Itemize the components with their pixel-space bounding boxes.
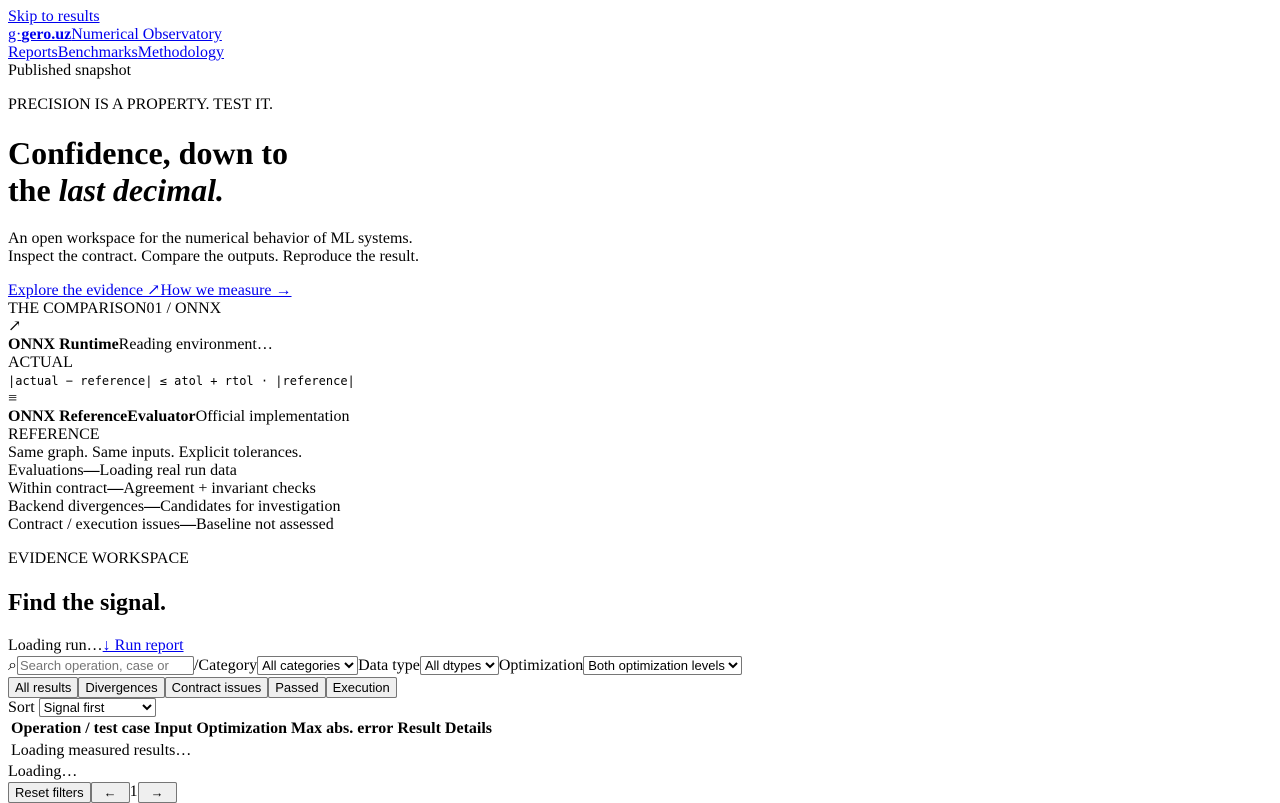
tab-passed[interactable]: Passed: [268, 676, 326, 698]
category-select[interactable]: All categories: [257, 656, 359, 675]
comparison-header: THE COMPARISON01 / ONNX: [8, 300, 1272, 318]
run-status: Loading run…: [8, 637, 103, 654]
stat-value: —: [107, 480, 124, 497]
sort-row: Sort Signal first: [8, 698, 1272, 717]
actual-row: ONNX RuntimeReading environment…: [8, 336, 1272, 354]
comparison-summary: Same graph. Same inputs. Explicit tolera…: [8, 444, 303, 461]
page: Skip to results g·gero.uzNumerical Obser…: [0, 0, 1280, 803]
hero-cta-row: Explore the evidence ↗How we measure →: [8, 282, 1272, 300]
explore-evidence-link[interactable]: Explore the evidence ↗: [8, 282, 160, 299]
status-badge: Published snapshot: [8, 62, 132, 79]
stat-label: Within contract: [8, 480, 108, 497]
category-label: Category: [198, 656, 258, 674]
brand-link[interactable]: g·gero.uz: [8, 26, 71, 43]
stat-label: Evaluations: [8, 462, 84, 479]
optimization-select[interactable]: Both optimization levels: [583, 656, 743, 675]
hero-lede: An open workspace for the numerical beha…: [8, 230, 1272, 266]
nav-reports[interactable]: Reports: [8, 44, 58, 61]
filter-bar: ⌕/CategoryAll categoriesData typeAll dty…: [8, 655, 1272, 676]
search-icon: ⌕: [8, 656, 17, 674]
tab-divergences[interactable]: Divergences: [78, 676, 165, 698]
sort-label: Sort: [8, 698, 35, 716]
equivalence-icon: ≡: [8, 390, 18, 407]
page-number: 1: [129, 783, 138, 800]
stat-label: Backend divergences: [8, 498, 145, 515]
col-input[interactable]: Input: [153, 719, 193, 739]
stat-desc: Baseline not assessed: [195, 516, 334, 533]
stat-evaluations: Evaluations—Loading real run data: [8, 462, 1272, 480]
dtype-select[interactable]: All dtypes: [419, 656, 499, 675]
loading-results-cell: Loading measured results…: [11, 742, 192, 759]
tolerance-formula: |actual − reference| ≤ atol + rtol · |re…: [8, 374, 355, 388]
stat-value: —: [179, 516, 196, 533]
tab-execution[interactable]: Execution: [325, 676, 397, 698]
loading-indicator: Loading…: [8, 763, 78, 780]
stat-desc: Agreement + invariant checks: [123, 480, 316, 497]
reference-name: ONNX ReferenceEvaluator: [8, 408, 196, 425]
stat-within-contract: Within contract—Agreement + invariant ch…: [8, 480, 1272, 498]
comparison-label: THE COMPARISON: [8, 300, 147, 317]
stat-value: —: [144, 498, 161, 515]
reset-filters-button[interactable]: Reset filters: [8, 781, 91, 803]
hero-title: Confidence, down to the last decimal.: [8, 135, 1272, 209]
col-operation[interactable]: Operation / test case: [10, 719, 151, 739]
col-optimization[interactable]: Optimization: [195, 719, 288, 739]
hero-title-line1: Confidence, down to: [8, 135, 289, 171]
hero-title-emphasis: last decimal.: [58, 172, 224, 208]
stat-value: —: [83, 462, 100, 479]
col-max-abs-error[interactable]: Max abs. error: [290, 719, 394, 739]
next-page-button[interactable]: →: [137, 781, 177, 803]
stat-backend-divergences: Backend divergences—Candidates for inves…: [8, 498, 1272, 516]
stat-desc: Loading real run data: [99, 462, 237, 479]
stat-desc: Candidates for investigation: [160, 498, 341, 515]
stat-contract-issues: Contract / execution issues—Baseline not…: [8, 516, 1272, 534]
result-tabs: All results Divergences Contract issues Pas…: [8, 676, 1272, 698]
hero-lede-line1: An open workspace for the numerical beha…: [8, 230, 413, 247]
stat-label: Contract / execution issues: [8, 516, 180, 533]
brand-row: g·gero.uzNumerical Observatory: [8, 26, 1272, 44]
actual-status: Reading environment…: [118, 336, 273, 353]
nav-benchmarks[interactable]: Benchmarks: [58, 44, 138, 61]
hero-lede-line2: Inspect the contract. Compare the output…: [8, 248, 419, 265]
prev-page-button[interactable]: ←: [90, 781, 130, 803]
reference-row: ONNX ReferenceEvaluatorOfficial implemen…: [8, 408, 1272, 426]
workspace-title: Find the signal.: [8, 590, 167, 616]
search-input[interactable]: [16, 656, 194, 675]
actual-label: ACTUAL: [8, 354, 73, 371]
run-report-link[interactable]: ↓ Run report: [103, 637, 184, 654]
run-status-row: Loading run…↓ Run report: [8, 637, 1272, 655]
results-table: Operation / test case Input Optimization…: [8, 717, 495, 763]
optimization-label: Optimization: [498, 656, 584, 674]
product-link[interactable]: Numerical Observatory: [71, 26, 222, 43]
skip-to-results-link[interactable]: Skip to results: [8, 8, 100, 25]
reference-label: REFERENCE: [8, 426, 100, 443]
sort-select[interactable]: Signal first: [38, 698, 156, 717]
brand-name: gero.uz: [21, 26, 72, 43]
dtype-label: Data type: [358, 656, 420, 674]
col-result[interactable]: Result: [396, 719, 442, 739]
tab-all-results[interactable]: All results: [8, 676, 79, 698]
hero-kicker: PRECISION IS A PROPERTY. TEST IT.: [8, 96, 274, 113]
workspace-kicker: EVIDENCE WORKSPACE: [8, 550, 189, 567]
skip-row: Skip to results: [8, 8, 1272, 26]
reference-desc: Official implementation: [195, 408, 350, 425]
hero-title-line2-pre: the: [8, 172, 59, 208]
actual-name: ONNX Runtime: [8, 336, 119, 353]
col-details[interactable]: Details: [444, 719, 493, 739]
stats-list: Evaluations—Loading real run data Within…: [8, 462, 1272, 534]
table-row: Loading measured results…: [10, 741, 493, 761]
comparison-card: THE COMPARISON01 / ONNX ↗ ONNX RuntimeRe…: [8, 300, 1272, 462]
main-nav: ReportsBenchmarksMethodology: [8, 44, 1272, 62]
table-header-row: Operation / test case Input Optimization…: [10, 719, 493, 739]
tab-contract-issues[interactable]: Contract issues: [164, 676, 269, 698]
brand-prefix: g·: [8, 26, 22, 43]
comparison-index: 01 / ONNX: [146, 300, 222, 317]
external-link-icon[interactable]: ↗: [8, 318, 1272, 336]
how-we-measure-link[interactable]: How we measure →: [160, 282, 291, 299]
nav-methodology[interactable]: Methodology: [138, 44, 224, 61]
